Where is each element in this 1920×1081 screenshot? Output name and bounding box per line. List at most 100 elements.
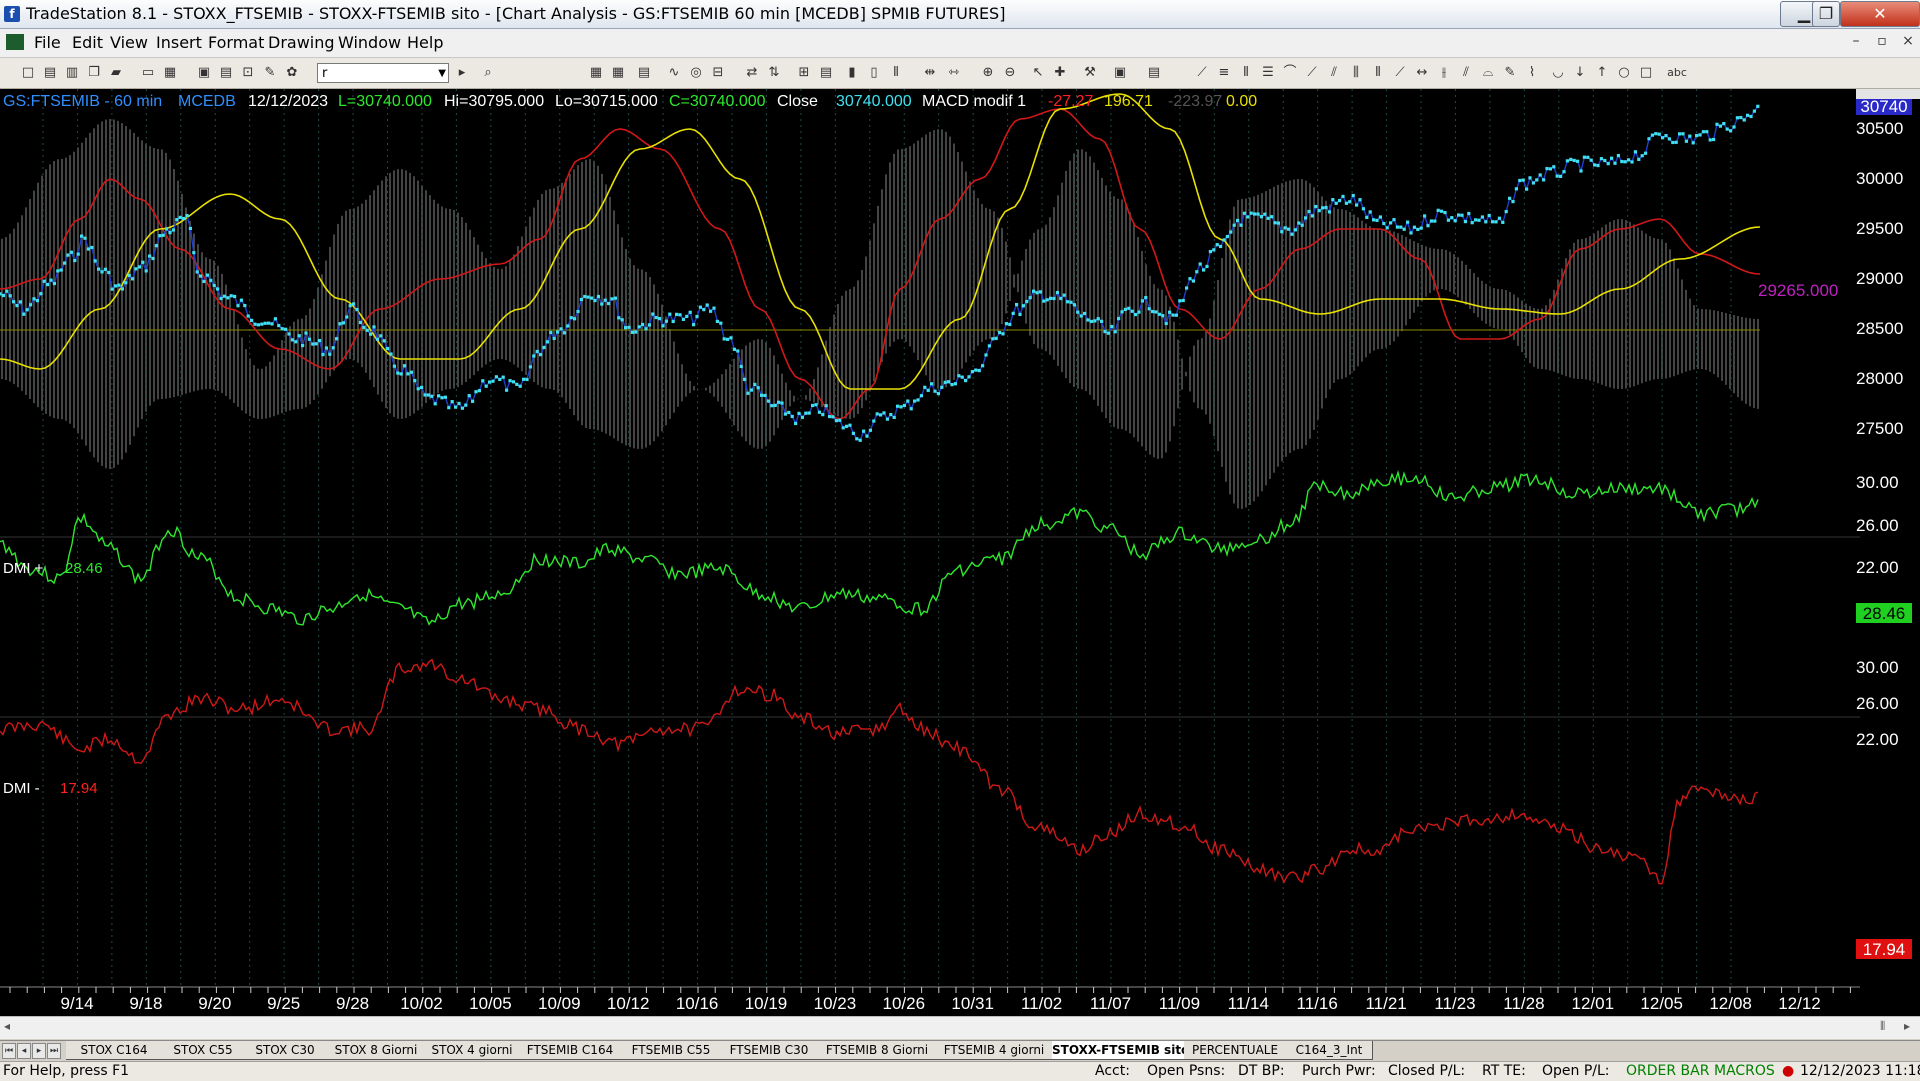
channel-icon[interactable]: ⫼: [1348, 65, 1364, 81]
copy-icon[interactable]: ❐: [86, 65, 102, 81]
tab-c164-3-int[interactable]: C164_3_Int: [1286, 1041, 1373, 1060]
mdi-close-button[interactable]: ×: [1898, 33, 1918, 49]
menu-drawing[interactable]: Drawing: [268, 33, 335, 52]
andrews-icon[interactable]: ⫽: [1458, 65, 1474, 81]
chart-canvas[interactable]: 9/14 9/18 9/20 9/25 9/28 10/02 10/05 10/09 10/12…: [0, 89, 1920, 1019]
cursor-icon[interactable]: ↖: [1030, 65, 1046, 81]
chart-analysis-icon[interactable]: ∿: [666, 65, 682, 81]
tools-icon[interactable]: ⚒: [1082, 65, 1098, 81]
lock-icon[interactable]: ⊡: [240, 65, 256, 81]
order-icon[interactable]: ⇄: [744, 65, 760, 81]
compress-icon[interactable]: ⇹: [922, 65, 938, 81]
window-list-icon[interactable]: ▦: [588, 65, 604, 81]
radar-icon[interactable]: ◎: [688, 65, 704, 81]
candle-icon[interactable]: ▯: [866, 65, 882, 81]
menu-insert[interactable]: Insert: [156, 33, 202, 52]
zoom-out-icon[interactable]: ⊖: [1002, 65, 1018, 81]
scroll-right-icon[interactable]: ▸: [1904, 1019, 1910, 1033]
menu-file[interactable]: File: [34, 33, 61, 52]
tab-prev-icon[interactable]: ◂: [17, 1043, 31, 1059]
bar-chart-icon[interactable]: ▮: [844, 65, 860, 81]
tab-ftsemib-4-giorni[interactable]: FTSEMIB 4 giorni: [936, 1041, 1053, 1060]
open-workspace-icon[interactable]: ▤: [42, 65, 58, 81]
settings-icon[interactable]: ▤: [1146, 65, 1162, 81]
price-dot: [678, 313, 682, 317]
grid-icon[interactable]: ▦: [610, 65, 626, 81]
chart-window[interactable]: 9/14 9/18 9/20 9/25 9/28 10/02 10/05 10/09 10/12…: [0, 89, 1920, 1039]
freehand-icon[interactable]: ⌇: [1524, 65, 1540, 81]
news-icon[interactable]: ▤: [818, 65, 834, 81]
options-icon[interactable]: ⇅: [766, 65, 782, 81]
bars-icon[interactable]: ⫴: [888, 65, 904, 81]
speed-lines-icon[interactable]: ⫽: [1326, 65, 1342, 81]
arrow-both-icon[interactable]: ↔: [1414, 65, 1430, 81]
arc-tool-icon[interactable]: ◡: [1550, 65, 1566, 81]
menu-window[interactable]: Window: [338, 33, 401, 52]
menu-edit[interactable]: Edit: [72, 33, 103, 52]
tab-percentuale[interactable]: PERCENTUALE: [1184, 1041, 1287, 1060]
regression-icon[interactable]: ⟋: [1392, 65, 1408, 81]
tab-ftsemib-c55[interactable]: FTSEMIB C55: [622, 1041, 721, 1060]
open-chart-icon[interactable]: ▥: [64, 65, 80, 81]
vertical-lines-icon[interactable]: ⦀: [1238, 65, 1254, 81]
scroll-left-icon[interactable]: ◂: [4, 1019, 10, 1033]
tab-ftsemib-8-giorni[interactable]: FTSEMIB 8 Giorni: [818, 1041, 937, 1060]
print-preview-icon[interactable]: ▦: [162, 65, 178, 81]
tab-stox-8-giorni[interactable]: STOX 8 Giorni: [326, 1041, 427, 1060]
mdi-minimize-button[interactable]: –: [1846, 33, 1866, 49]
tab-next-icon[interactable]: ▸: [32, 1043, 46, 1059]
arrow-up-icon[interactable]: ↑: [1594, 65, 1610, 81]
parallel-icon[interactable]: ⫲: [1436, 65, 1452, 81]
symbol-lookup-icon[interactable]: ⌕: [480, 65, 496, 81]
price-dot: [341, 321, 345, 325]
circle-tool-icon[interactable]: ○: [1616, 65, 1632, 81]
gann-fan-icon[interactable]: ⟋: [1304, 65, 1320, 81]
scanner-icon[interactable]: ⊟: [710, 65, 726, 81]
tab-stox-4-giorni[interactable]: STOX 4 giorni: [426, 1041, 519, 1060]
arc-icon[interactable]: ⌒: [1282, 65, 1298, 81]
tile-icon[interactable]: ▤: [218, 65, 234, 81]
table-icon[interactable]: ▤: [636, 65, 652, 81]
tab-ftsemib-c164[interactable]: FTSEMIB C164: [518, 1041, 623, 1060]
expand-icon[interactable]: ⇿: [946, 65, 962, 81]
mdi-restore-button[interactable]: ▫: [1872, 33, 1892, 49]
rectangle-tool-icon[interactable]: □: [1638, 65, 1654, 81]
matrix-icon[interactable]: ⊞: [796, 65, 812, 81]
restore-button[interactable]: ❐: [1812, 1, 1840, 27]
close-button[interactable]: ✕: [1840, 1, 1920, 27]
cycle-lines-icon[interactable]: ⦀: [1370, 65, 1386, 81]
color-palette-icon[interactable]: ✿: [284, 65, 300, 81]
tab-stox-c164[interactable]: STOX C164: [66, 1041, 163, 1060]
open-folder-icon[interactable]: ▰: [108, 65, 124, 81]
scroll-thumb-icon[interactable]: ⦀: [1880, 1019, 1885, 1034]
pencil-tool-icon[interactable]: ✎: [1502, 65, 1518, 81]
menu-help[interactable]: Help: [407, 33, 443, 52]
tab-first-icon[interactable]: ⏮: [2, 1043, 16, 1059]
trendline-icon[interactable]: ⟋: [1194, 65, 1210, 81]
horizontal-lines-icon[interactable]: ≡: [1216, 65, 1232, 81]
tab-stox-c55[interactable]: STOX C55: [162, 1041, 245, 1060]
arrow-down-icon[interactable]: ↓: [1572, 65, 1588, 81]
fibonacci-icon[interactable]: ☰: [1260, 65, 1276, 81]
horizontal-scrollbar[interactable]: ◂ ⦀ ▸: [0, 1016, 1920, 1039]
order-bar-button[interactable]: ORDER BAR: [1626, 1062, 1709, 1081]
zoom-in-icon[interactable]: ⊕: [980, 65, 996, 81]
text-tool-icon[interactable]: abc: [1664, 65, 1690, 81]
tab-stoxx-ftsemib-sito[interactable]: STOXX-FTSEMIB sito: [1052, 1041, 1189, 1060]
cascade-icon[interactable]: ▣: [196, 65, 212, 81]
new-file-icon[interactable]: □: [20, 65, 36, 81]
ellipse-tool-icon[interactable]: ⌓: [1480, 65, 1496, 81]
menu-format[interactable]: Format: [208, 33, 264, 52]
play-arrow-icon[interactable]: ▸: [454, 65, 470, 81]
symbol-combo[interactable]: r ▼: [317, 63, 449, 83]
format-icon[interactable]: ▣: [1112, 65, 1128, 81]
tab-last-icon[interactable]: ⏭: [47, 1043, 61, 1059]
macros-button[interactable]: MACROS: [1714, 1062, 1775, 1081]
tab-stox-c30[interactable]: STOX C30: [244, 1041, 327, 1060]
data-tips-icon[interactable]: ✚: [1052, 65, 1068, 81]
pen-icon[interactable]: ✎: [262, 65, 278, 81]
tab-ftsemib-c30[interactable]: FTSEMIB C30: [720, 1041, 819, 1060]
print-icon[interactable]: ▭: [140, 65, 156, 81]
subwindow-controls[interactable]: [1856, 89, 1920, 99]
menu-view[interactable]: View: [110, 33, 148, 52]
